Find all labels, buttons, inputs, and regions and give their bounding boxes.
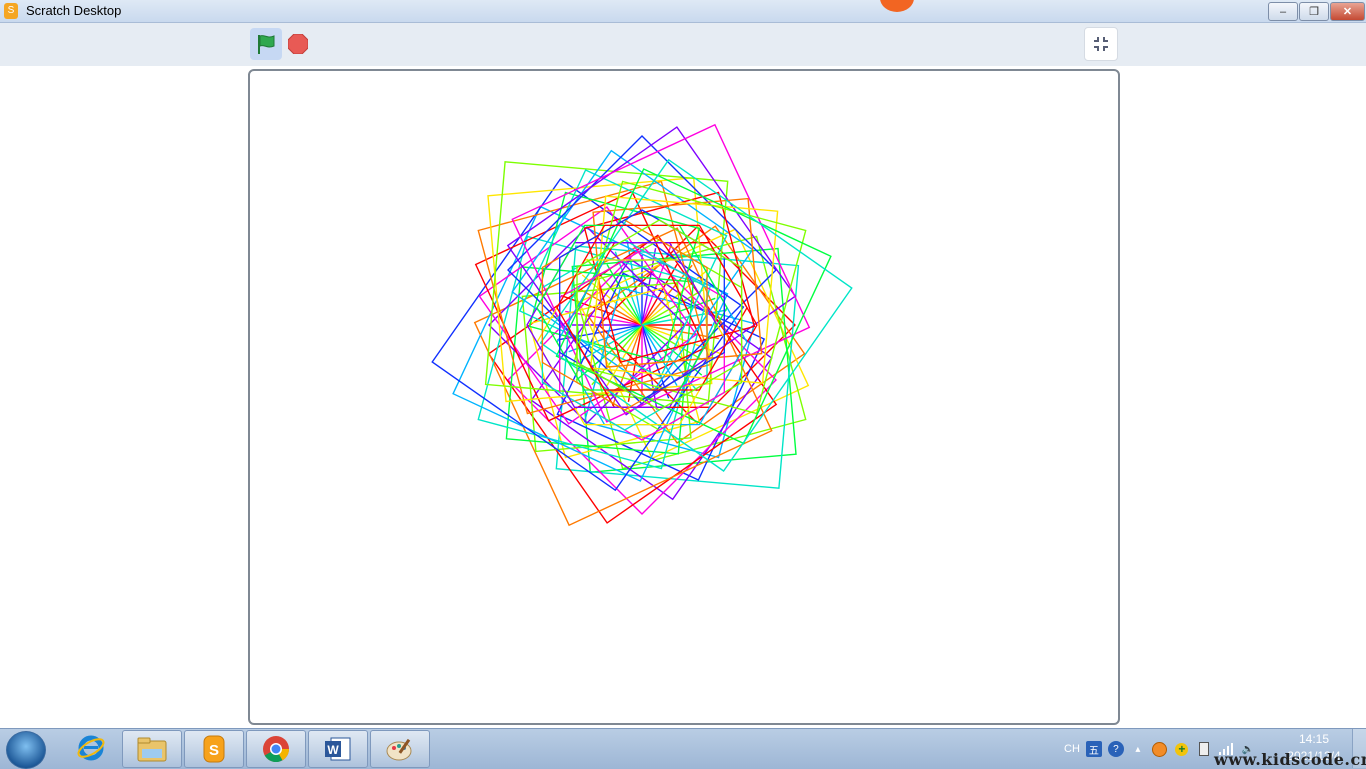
orange-indicator: [880, 0, 914, 12]
plus-shield-icon[interactable]: +: [1174, 741, 1190, 757]
start-button[interactable]: [6, 731, 46, 769]
svg-text:S: S: [209, 742, 219, 759]
stop-button[interactable]: [287, 33, 309, 55]
restore-icon: ❐: [1309, 6, 1319, 18]
scratch-stage[interactable]: [248, 69, 1120, 725]
scratch-app-icon: S: [4, 3, 18, 19]
window-title: Scratch Desktop: [26, 3, 122, 18]
chrome-icon: [263, 736, 290, 763]
power-icon[interactable]: [1196, 741, 1212, 757]
green-flag-icon: [258, 35, 275, 54]
clock-time: 14:15: [1298, 732, 1330, 746]
minimize-button[interactable]: –: [1268, 2, 1298, 21]
close-icon: ✕: [1342, 6, 1353, 18]
paint-icon: [386, 738, 412, 761]
word-icon: W: [325, 737, 351, 761]
unfullscreen-icon: [1094, 37, 1108, 51]
help-icon[interactable]: ?: [1107, 741, 1124, 757]
scratch-icon: S: [203, 735, 225, 763]
rainbow-spiral-drawing: [431, 123, 853, 527]
svg-text:W: W: [327, 743, 339, 757]
ie-icon: [77, 735, 105, 761]
taskbar-scratch[interactable]: S: [184, 730, 244, 768]
title-bar: S Scratch Desktop – ❐ ✕: [0, 0, 1366, 23]
minimize-icon: –: [1279, 5, 1287, 18]
stop-icon: [288, 34, 308, 54]
security-icon[interactable]: [1152, 741, 1168, 757]
watermark-text: www.kidscode.cn: [1214, 750, 1366, 769]
restore-button[interactable]: ❐: [1299, 2, 1329, 21]
explorer-icon: [137, 737, 167, 762]
exit-fullscreen-button[interactable]: [1084, 27, 1118, 61]
windows-taskbar: S W CH 五 ? ▴ + 🔈 14:15 2021/12/4: [0, 728, 1366, 769]
close-button[interactable]: ✕: [1330, 2, 1365, 21]
ime-icon[interactable]: 五: [1085, 741, 1102, 757]
green-flag-button[interactable]: [250, 28, 282, 60]
tray-expand-icon[interactable]: ▴: [1130, 741, 1146, 757]
language-indicator[interactable]: CH: [1064, 743, 1080, 755]
stage-toolbar: [0, 23, 1366, 66]
taskbar-word[interactable]: W: [308, 730, 368, 768]
taskbar-explorer[interactable]: [122, 730, 182, 768]
taskbar-paint[interactable]: [370, 730, 430, 768]
taskbar-chrome[interactable]: [246, 730, 306, 768]
taskbar-ie[interactable]: [62, 730, 120, 766]
